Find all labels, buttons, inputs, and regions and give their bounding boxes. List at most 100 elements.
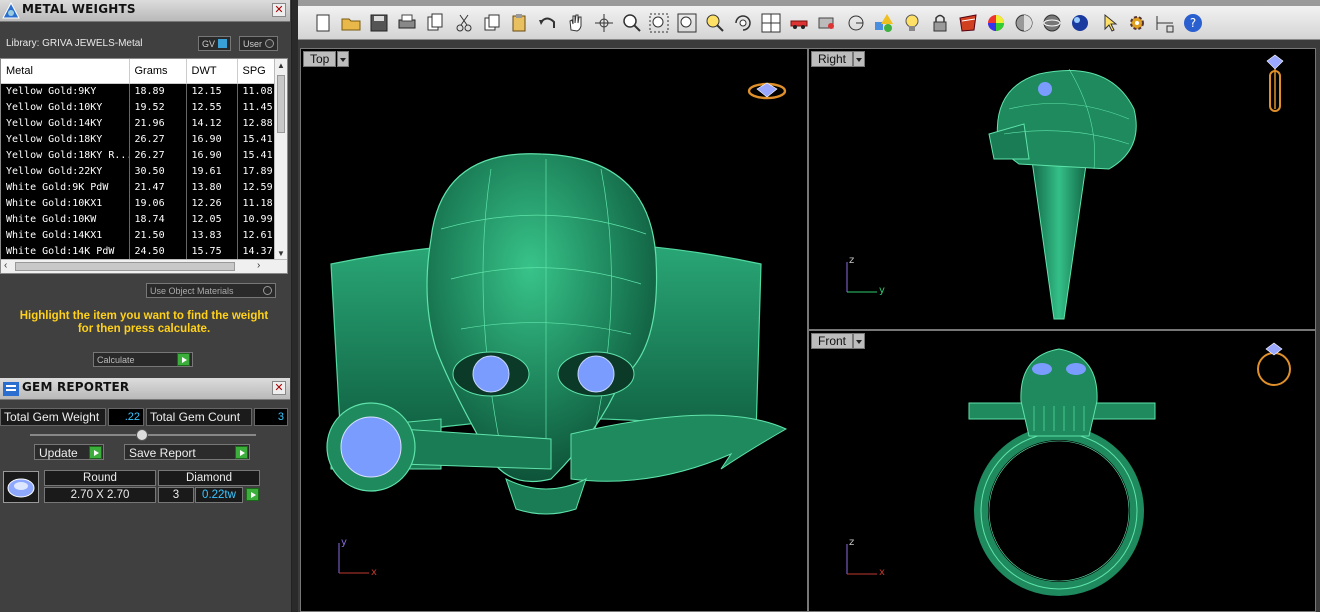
axis-x-label: x	[879, 567, 885, 578]
color-wheel-icon[interactable]	[985, 12, 1007, 34]
table-cell: Yellow Gold:18KY	[1, 131, 130, 147]
viewport-label-front[interactable]: Front	[811, 333, 854, 349]
table-row[interactable]: Yellow Gold:18KY 26.27 16.90 15.41	[1, 131, 277, 147]
four-viewports-icon[interactable]	[760, 12, 782, 34]
zoom-selected-icon[interactable]	[704, 12, 726, 34]
gem-list-item[interactable]: Round Diamond 2.70 X 2.70 3 0.22tw	[2, 470, 260, 504]
play-icon[interactable]	[246, 488, 259, 501]
help-icon[interactable]: ?	[1182, 12, 1204, 34]
update-button[interactable]: Update	[34, 444, 104, 460]
select-arrow-icon[interactable]	[1100, 12, 1122, 34]
table-cell: 10.99	[237, 211, 277, 227]
gem-slider[interactable]	[30, 429, 256, 441]
table-row[interactable]: Yellow Gold:10KY 19.52 12.55 11.45	[1, 99, 277, 115]
panel-splitter[interactable]	[292, 0, 298, 612]
material-icon[interactable]	[957, 12, 979, 34]
viewport-label-right[interactable]: Right	[811, 51, 854, 67]
chevron-down-icon[interactable]	[337, 51, 349, 67]
settings-gear-icon[interactable]	[1126, 12, 1148, 34]
calculate-button[interactable]: Calculate	[93, 352, 193, 367]
table-cell: 21.50	[129, 227, 187, 243]
table-cell: 26.27	[129, 131, 187, 147]
open-folder-icon[interactable]	[340, 12, 362, 34]
pan-hand-icon[interactable]	[564, 12, 586, 34]
table-row[interactable]: White Gold:10KW 18.74 12.05 10.99	[1, 211, 277, 227]
paste-icon[interactable]	[508, 12, 530, 34]
table-row[interactable]: Yellow Gold:22KY 30.50 19.61 17.89	[1, 163, 277, 179]
close-icon[interactable]: ✕	[272, 3, 286, 17]
rotate-view-icon[interactable]	[732, 12, 754, 34]
table-row[interactable]: Yellow Gold:14KY 21.96 14.12 12.88	[1, 115, 277, 131]
use-object-materials-toggle[interactable]: Use Object Materials	[146, 283, 276, 298]
save-icon[interactable]	[368, 12, 390, 34]
axis-y-label: y	[879, 285, 885, 296]
viewport-right[interactable]: Right z y	[808, 48, 1316, 330]
rendered-icon[interactable]	[1069, 12, 1091, 34]
chevron-down-icon[interactable]	[853, 333, 865, 349]
use-object-materials-label: Use Object Materials	[150, 286, 234, 296]
column-header[interactable]: SPG	[237, 59, 277, 84]
chevron-down-icon[interactable]	[853, 51, 865, 67]
horizontal-scrollbar[interactable]: ‹ ›	[1, 259, 287, 273]
total-gem-count-label: Total Gem Count	[146, 408, 252, 426]
table-row[interactable]: White Gold:14KX1 21.50 13.83 12.61	[1, 227, 277, 243]
table-cell: 17.89	[237, 163, 277, 179]
table-row[interactable]: White Gold:10KX1 19.06 12.26 11.18	[1, 195, 277, 211]
table-cell: Yellow Gold:10KY	[1, 99, 130, 115]
column-header[interactable]: Grams	[129, 59, 187, 84]
user-toggle[interactable]: User	[239, 36, 279, 51]
zoom-window-icon[interactable]	[648, 12, 670, 34]
viewport-label-top[interactable]: Top	[303, 51, 337, 67]
car-icon[interactable]	[788, 12, 810, 34]
scroll-up-icon[interactable]: ▲	[277, 61, 285, 70]
viewport-top[interactable]: Top y x	[300, 48, 808, 612]
scroll-left-icon[interactable]: ‹	[4, 260, 7, 271]
table-cell: White Gold:14KX1	[1, 227, 130, 243]
lock-icon[interactable]	[929, 12, 951, 34]
close-icon[interactable]: ✕	[272, 381, 286, 395]
light-bulb-icon[interactable]	[901, 12, 923, 34]
gem-stats-row: Total Gem Weight .22 Total Gem Count 3	[0, 408, 290, 428]
column-header[interactable]: Metal	[1, 59, 130, 84]
instruction-text: Highlight the item you want to find the …	[8, 310, 280, 336]
gv-toggle[interactable]: GV	[198, 36, 232, 51]
scroll-thumb[interactable]	[277, 75, 285, 133]
slider-knob[interactable]	[136, 429, 148, 441]
gv-toggle-label: GV	[202, 39, 216, 49]
table-cell: 18.89	[129, 83, 187, 99]
viewport-front[interactable]: Front z x	[808, 330, 1316, 612]
dimension-icon[interactable]	[1154, 12, 1176, 34]
copy-icon[interactable]	[481, 12, 503, 34]
cut-icon[interactable]	[453, 12, 475, 34]
scroll-down-icon[interactable]: ▼	[277, 249, 285, 258]
table-cell: 15.41	[237, 147, 277, 163]
shapes-icon[interactable]	[873, 12, 895, 34]
vertical-scrollbar[interactable]: ▲ ▼	[274, 59, 287, 260]
zoom-extents-icon[interactable]	[676, 12, 698, 34]
table-row[interactable]: Yellow Gold:18KY R... 26.27 16.90 15.41	[1, 147, 277, 163]
column-header[interactable]: DWT	[186, 59, 238, 84]
shade-icon[interactable]	[1013, 12, 1035, 34]
scroll-right-icon[interactable]: ›	[257, 260, 260, 271]
play-icon	[177, 353, 190, 366]
osnap-icon[interactable]	[845, 12, 867, 34]
move-icon[interactable]	[593, 12, 615, 34]
ghosted-icon[interactable]	[1041, 12, 1063, 34]
round-diamond-icon	[7, 478, 35, 498]
table-row[interactable]: Yellow Gold:9KY 18.89 12.15 11.08	[1, 83, 277, 99]
print-icon[interactable]	[396, 12, 418, 34]
table-cell: White Gold:10KW	[1, 211, 130, 227]
save-report-label: Save Report	[129, 446, 196, 460]
table-row[interactable]: White Gold:14K PdW 24.50 15.75 14.37	[1, 243, 277, 259]
new-file-icon[interactable]	[312, 12, 334, 34]
copy-file-icon[interactable]	[424, 12, 446, 34]
table-row[interactable]: White Gold:9K PdW 21.47 13.80 12.59	[1, 179, 277, 195]
render-settings-icon[interactable]	[816, 12, 838, 34]
zoom-in-icon[interactable]	[621, 12, 643, 34]
table-cell: 11.08	[237, 83, 277, 99]
undo-icon[interactable]	[536, 12, 558, 34]
scroll-thumb[interactable]	[15, 262, 235, 271]
axis-z-label: z	[849, 537, 855, 548]
save-report-button[interactable]: Save Report	[124, 444, 250, 460]
gem-weight: 0.22tw	[195, 487, 243, 503]
